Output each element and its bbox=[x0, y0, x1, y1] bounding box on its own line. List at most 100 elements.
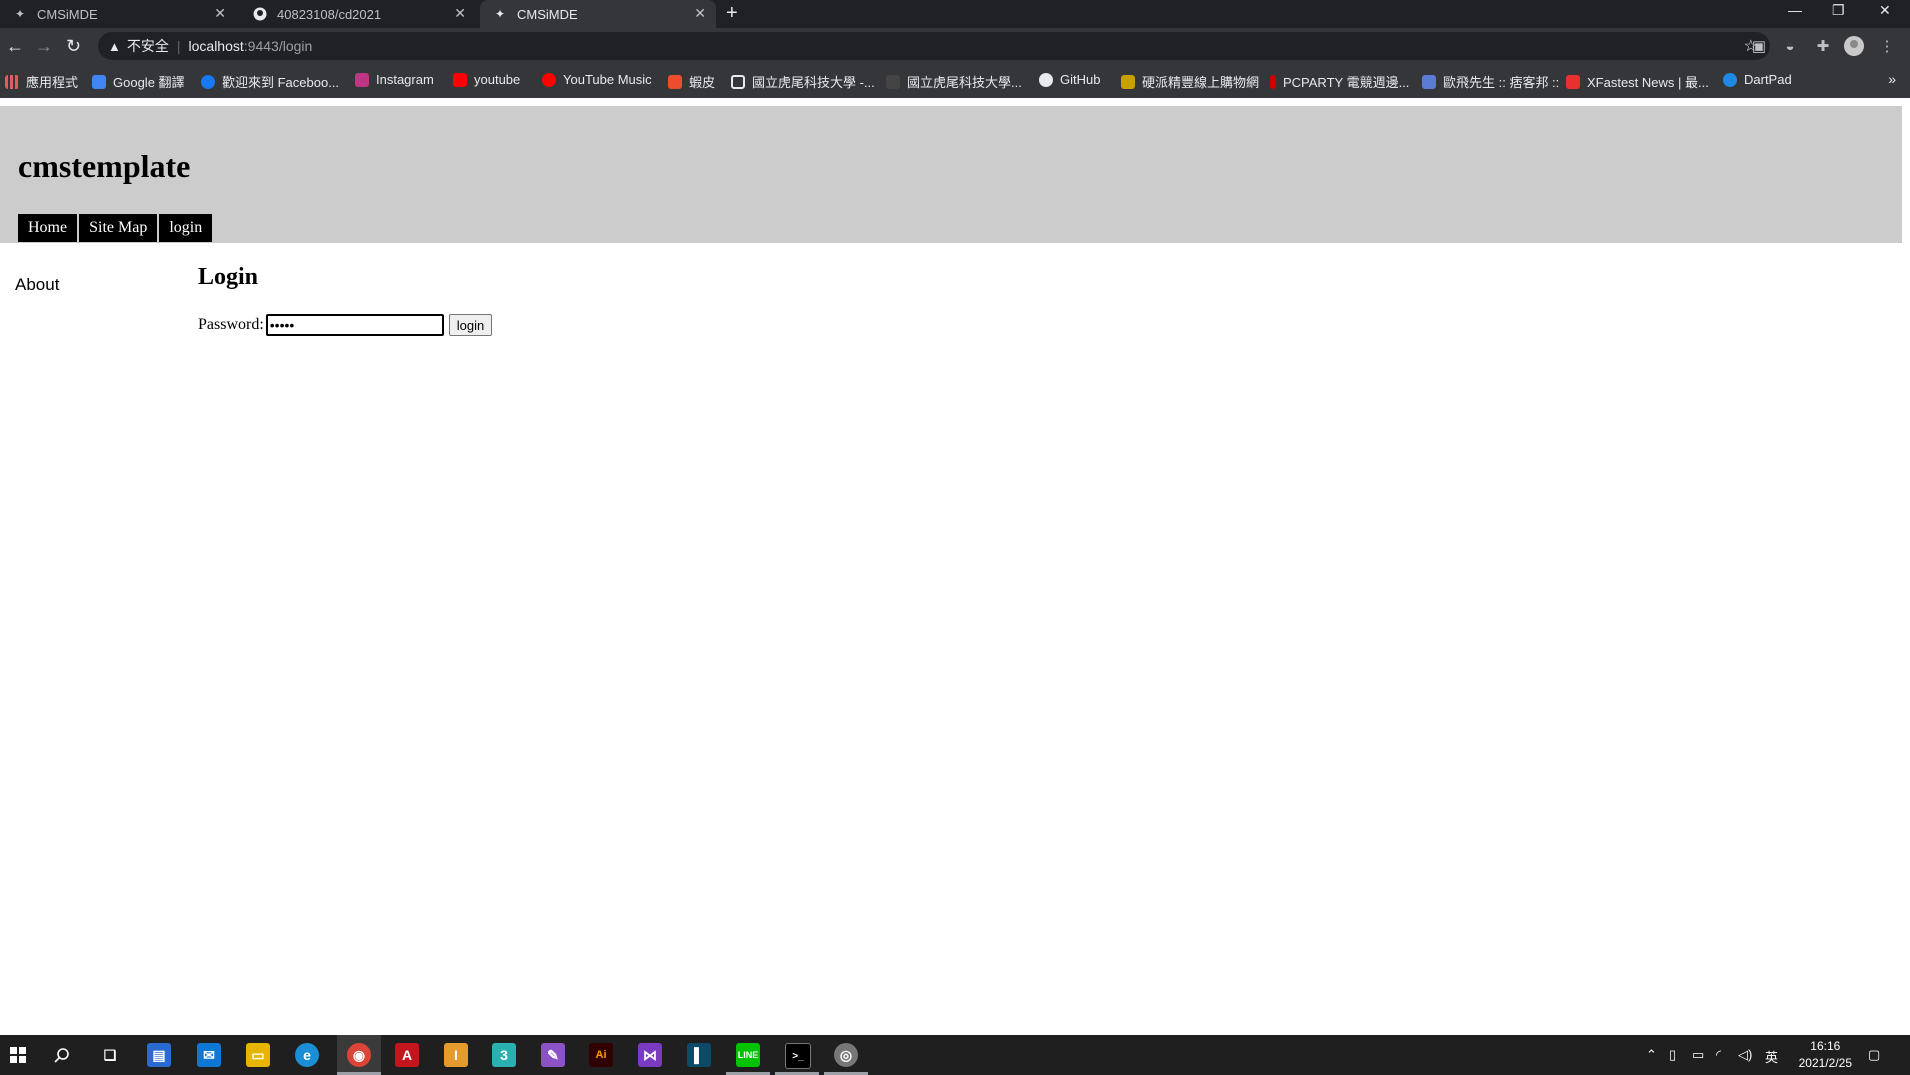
browser-menu-icon[interactable]: ⋮ bbox=[1876, 35, 1898, 57]
bookmark-shopee[interactable]: 蝦皮 bbox=[668, 72, 715, 91]
new-tab-icon[interactable]: + bbox=[726, 2, 738, 25]
pixnet-icon bbox=[1422, 74, 1436, 89]
extension-icon[interactable]: ◒ bbox=[1779, 35, 1801, 57]
apps-grid-icon bbox=[5, 74, 19, 89]
drawing-app-icon[interactable]: ✎ bbox=[541, 1043, 565, 1067]
system-clock[interactable]: 16:16 2021/2/25 bbox=[1799, 1038, 1852, 1072]
bookmark-nfu-2[interactable]: 國立虎尾科技大學... bbox=[886, 72, 1022, 91]
acrobat-icon[interactable]: A bbox=[395, 1043, 419, 1067]
bookmark-xfastest[interactable]: XFastest News | 最... bbox=[1566, 72, 1709, 91]
cmsimde-icon: ✦ bbox=[14, 7, 26, 21]
bookmark-youtube-music[interactable]: YouTube Music bbox=[542, 72, 652, 87]
battery-icon[interactable]: ▭ bbox=[1692, 1047, 1704, 1063]
line-icon[interactable]: LINE bbox=[736, 1043, 760, 1067]
site-header: cmstemplate Home Site Map login bbox=[0, 106, 1902, 243]
bookmarks-bar: 應用程式 Google 翻譯 歡迎來到 Faceboo... Instagram… bbox=[0, 66, 1910, 99]
profile-avatar[interactable] bbox=[1843, 35, 1865, 57]
bookmark-apps[interactable]: 應用程式 bbox=[5, 72, 78, 91]
tab-title: CMSiMDE bbox=[517, 6, 578, 22]
browser-tab-1[interactable]: ✦ CMSiMDE ✕ bbox=[0, 0, 236, 28]
login-form: Password: login bbox=[198, 314, 493, 336]
minimize-icon[interactable]: — bbox=[1788, 2, 1802, 18]
tab-title: CMSiMDE bbox=[37, 6, 98, 22]
network-icon[interactable]: ◜ bbox=[1716, 1047, 1721, 1063]
sidebar-item-about[interactable]: About bbox=[15, 275, 59, 295]
windows-taskbar: ❏ ▤ ✉ ▭ e ◉ A I 3 ✎ Ai ⋈ ▌ LINE >_ ◎ ⌃ ▯… bbox=[0, 1035, 1910, 1075]
edge-icon[interactable]: e bbox=[295, 1043, 319, 1067]
bookmark-facebook[interactable]: 歡迎來到 Faceboo... bbox=[201, 72, 339, 91]
task-view-icon[interactable]: ❏ bbox=[98, 1043, 122, 1067]
bookmark-pcparty[interactable]: PCPARTY 電競週邊... bbox=[1270, 72, 1409, 91]
cmsimde-icon: ✦ bbox=[494, 7, 506, 21]
shopee-icon bbox=[668, 74, 682, 89]
tray-overflow-icon[interactable]: ⌃ bbox=[1646, 1047, 1657, 1063]
back-arrow-icon[interactable]: ← bbox=[6, 36, 24, 57]
restore-icon[interactable]: ❐ bbox=[1832, 2, 1845, 19]
bookmark-hardware-shop[interactable]: 硬派精豐線上購物網 bbox=[1121, 72, 1259, 91]
mail-icon[interactable]: ✉ bbox=[197, 1043, 221, 1067]
xfastest-icon bbox=[1566, 74, 1580, 89]
password-input[interactable] bbox=[265, 314, 444, 336]
notification-center-icon[interactable]: ▢ bbox=[1868, 1047, 1880, 1063]
login-button[interactable]: login bbox=[448, 314, 493, 336]
warning-icon[interactable]: ▲ bbox=[108, 39, 121, 54]
menu-home[interactable]: Home bbox=[18, 214, 78, 242]
bookmark-instagram[interactable]: Instagram bbox=[355, 72, 434, 87]
password-label: Password: bbox=[198, 316, 264, 333]
bookmark-youtube[interactable]: youtube bbox=[453, 72, 520, 87]
tray-device-icon[interactable]: ▯ bbox=[1669, 1047, 1676, 1063]
ime-indicator[interactable]: 英 bbox=[1765, 1047, 1778, 1066]
illustrator-icon[interactable]: Ai bbox=[589, 1043, 613, 1067]
security-label[interactable]: 不安全 bbox=[127, 36, 169, 56]
cmsimde-icon bbox=[886, 74, 900, 89]
facebook-icon bbox=[201, 74, 215, 89]
volume-icon[interactable]: ◁) bbox=[1738, 1047, 1752, 1063]
reload-icon[interactable]: ↻ bbox=[66, 36, 81, 57]
github-icon bbox=[1039, 72, 1053, 87]
url-path: :9443/login bbox=[243, 38, 313, 54]
puzzle-extensions-icon[interactable]: ✚ bbox=[1812, 35, 1834, 57]
address-bar[interactable]: ▲ 不安全 | localhost:9443/login ☆ bbox=[98, 32, 1770, 60]
youtube-music-icon bbox=[542, 72, 556, 87]
page-content: cmstemplate Home Site Map login About Lo… bbox=[0, 98, 1910, 1035]
close-icon[interactable]: ✕ bbox=[454, 5, 466, 22]
login-heading: Login bbox=[198, 264, 259, 290]
bookmark-github[interactable]: GitHub bbox=[1039, 72, 1100, 87]
close-icon[interactable]: ✕ bbox=[214, 5, 226, 22]
close-icon[interactable]: ✕ bbox=[694, 5, 706, 22]
browser-tab-3-active[interactable]: ✦ CMSiMDE ✕ bbox=[480, 0, 716, 28]
bookmark-dartpad[interactable]: DartPad bbox=[1723, 72, 1792, 87]
chrome-icon[interactable]: ◉ bbox=[347, 1043, 371, 1067]
windows-start-icon[interactable] bbox=[6, 1043, 30, 1067]
bookmark-google-translate[interactable]: Google 翻譯 bbox=[92, 72, 185, 91]
menu-site-map[interactable]: Site Map bbox=[79, 214, 158, 242]
bookmarks-overflow-icon[interactable]: » bbox=[1888, 71, 1896, 87]
terminal-icon[interactable]: >_ bbox=[785, 1043, 811, 1069]
translate-icon bbox=[92, 74, 106, 89]
bookmark-pixnet[interactable]: 歐飛先生 :: 痞客邦 :: bbox=[1422, 72, 1559, 91]
search-icon[interactable] bbox=[50, 1043, 74, 1067]
shop-icon bbox=[1121, 74, 1135, 89]
browser-tab-2[interactable]: 40823108/cd2021 ✕ bbox=[240, 0, 476, 28]
bookmark-nfu-1[interactable]: 國立虎尾科技大學 -... bbox=[731, 72, 875, 91]
nfu-icon bbox=[731, 74, 745, 89]
site-title: cmstemplate bbox=[18, 148, 191, 184]
site-menu: Home Site Map login bbox=[18, 214, 214, 242]
browser-toolbar: ← → ↻ ▲ 不安全 | localhost:9443/login ☆ ▣ ◒… bbox=[0, 28, 1910, 66]
menu-login[interactable]: login bbox=[159, 214, 213, 242]
sql-tool-icon[interactable]: ▌ bbox=[687, 1043, 711, 1067]
file-explorer-icon[interactable]: ▭ bbox=[246, 1043, 270, 1067]
app-i-icon[interactable]: I bbox=[444, 1043, 468, 1067]
url-host: localhost bbox=[188, 38, 244, 54]
store-icon[interactable]: ▤ bbox=[147, 1043, 171, 1067]
visual-studio-icon[interactable]: ⋈ bbox=[638, 1043, 662, 1067]
youtube-icon bbox=[453, 72, 467, 87]
github-icon bbox=[252, 6, 268, 22]
extension-icon[interactable]: ▣ bbox=[1748, 35, 1770, 57]
tab-title: 40823108/cd2021 bbox=[277, 6, 382, 22]
app-sphere-icon[interactable]: ◎ bbox=[834, 1043, 858, 1067]
forward-arrow-icon[interactable]: → bbox=[35, 36, 53, 57]
app-3-icon[interactable]: 3 bbox=[492, 1043, 516, 1067]
window-close-icon[interactable]: ✕ bbox=[1879, 2, 1891, 19]
pcparty-icon bbox=[1270, 74, 1276, 89]
